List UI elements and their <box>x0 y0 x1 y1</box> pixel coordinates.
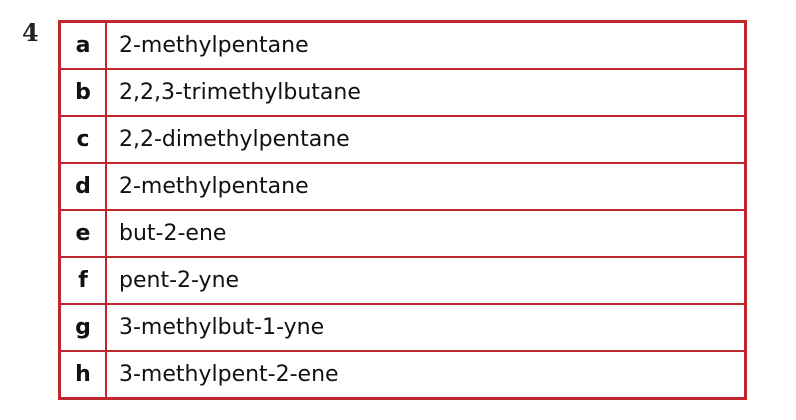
table-row: g 3-methylbut-1-yne <box>58 303 747 352</box>
compound-name: 3-methylpent-2-ene <box>105 350 747 400</box>
table-row: f pent-2-yne <box>58 256 747 305</box>
table-row: b 2,2,3-trimethylbutane <box>58 68 747 117</box>
compound-name: 2,2,3-trimethylbutane <box>105 68 747 117</box>
table-row: a 2-methylpentane <box>58 20 747 70</box>
table-row: e but-2-ene <box>58 209 747 258</box>
row-letter: b <box>58 68 107 117</box>
compound-name: 2-methylpentane <box>105 162 747 211</box>
answers-table: a 2-methylpentane b 2,2,3-trimethylbutane c 2… <box>58 20 747 400</box>
row-letter: h <box>58 350 107 400</box>
table-row: h 3-methylpent-2-ene <box>58 350 747 400</box>
row-letter: c <box>58 115 107 164</box>
table-row: d 2-methylpentane <box>58 162 747 211</box>
table-row: c 2,2-dimethylpentane <box>58 115 747 164</box>
row-letter: g <box>58 303 107 352</box>
row-letter: e <box>58 209 107 258</box>
compound-name: 2-methylpentane <box>105 20 747 70</box>
row-letter: a <box>58 20 107 70</box>
compound-name: 2,2-dimethylpentane <box>105 115 747 164</box>
question-number: 4 <box>22 18 39 47</box>
row-letter: f <box>58 256 107 305</box>
compound-name: 3-methylbut-1-yne <box>105 303 747 352</box>
compound-name: pent-2-yne <box>105 256 747 305</box>
compound-name: but-2-ene <box>105 209 747 258</box>
row-letter: d <box>58 162 107 211</box>
